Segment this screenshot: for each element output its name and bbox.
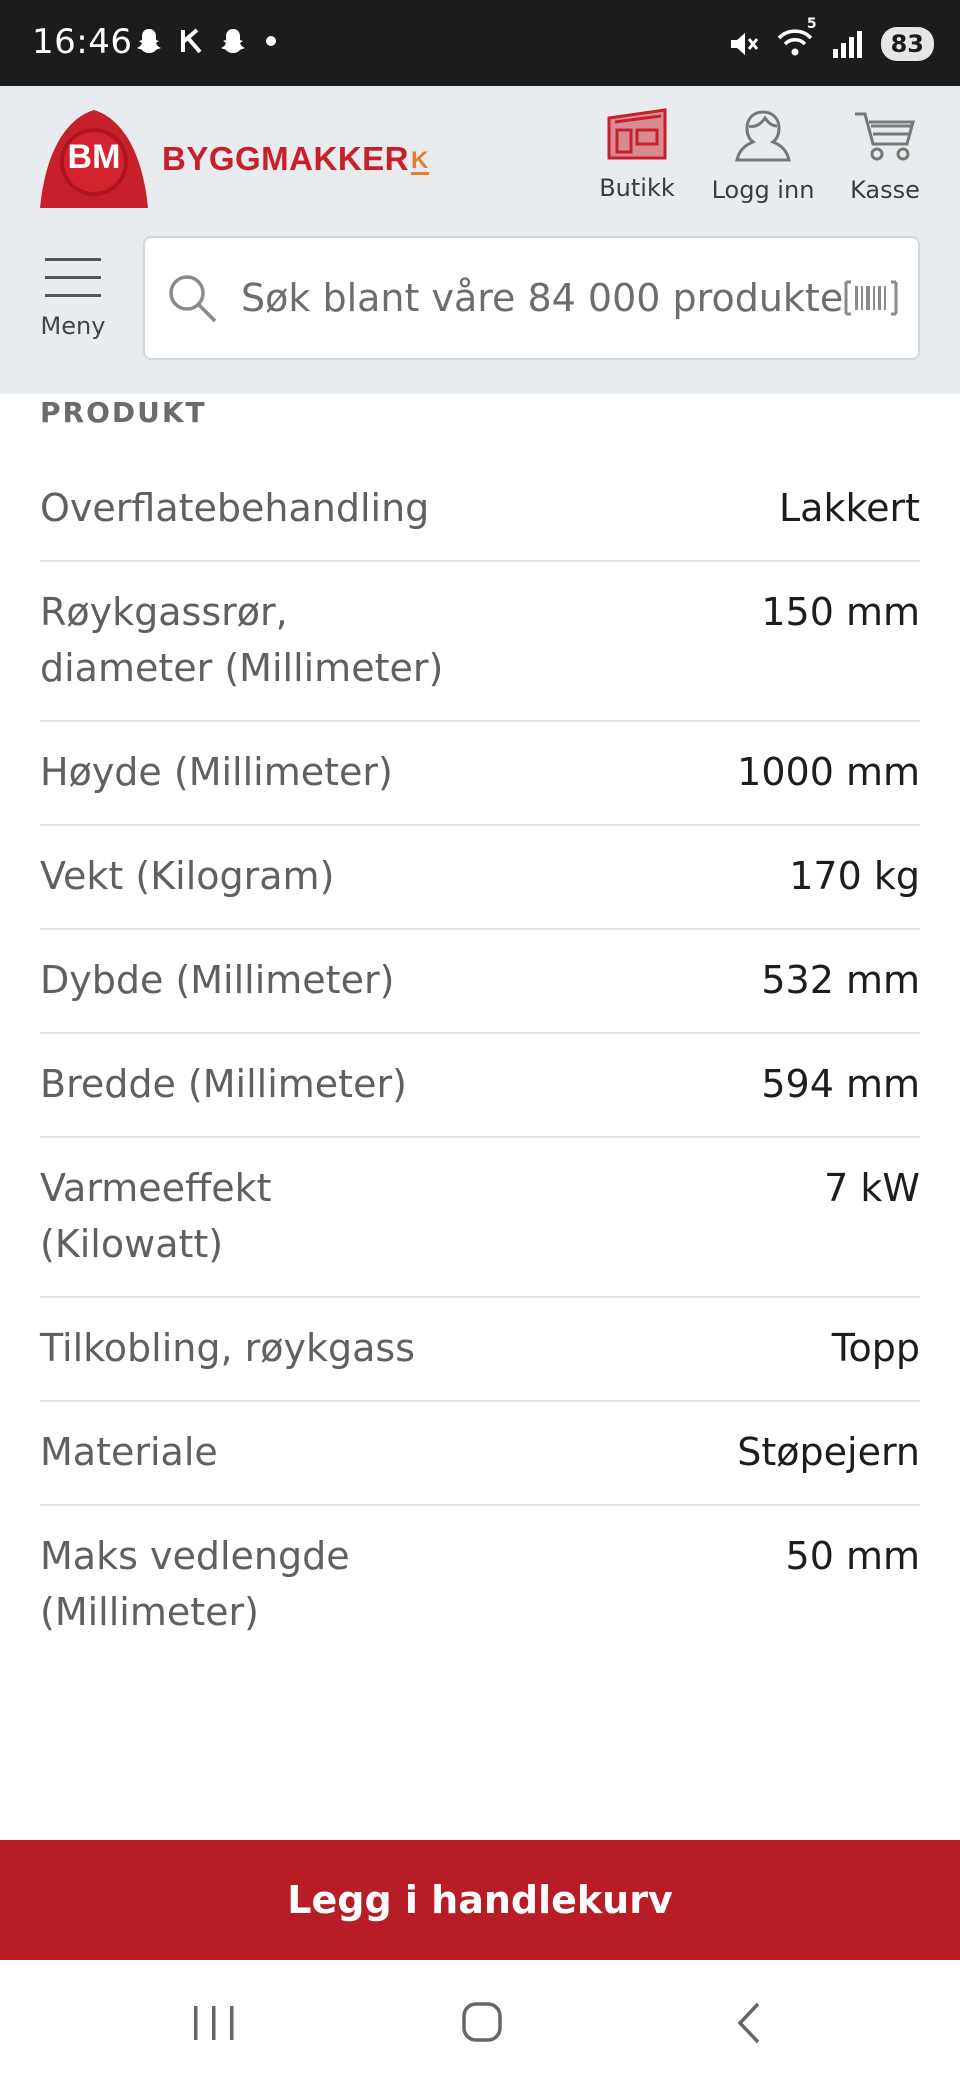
spec-row: Overflatebehandling Lakkert bbox=[40, 458, 920, 562]
mute-icon bbox=[730, 33, 758, 55]
cart-icon bbox=[855, 112, 915, 161]
system-icons: 5 83 bbox=[727, 16, 934, 62]
spec-value: 150 mm bbox=[761, 590, 920, 634]
status-time: 16:46 bbox=[32, 22, 133, 62]
k-icon bbox=[181, 28, 202, 54]
spec-row: Tilkobling, røykgass Topp bbox=[40, 1298, 920, 1402]
site-header: BM BYGGMAKKERK Butikk Logg inn Kasse Men… bbox=[0, 86, 960, 394]
brand-text: BYGGMAKKER bbox=[162, 140, 410, 177]
user-icon bbox=[735, 110, 791, 162]
spec-row: Materiale Støpejern bbox=[40, 1402, 920, 1506]
byggmakker-logo[interactable]: BM BYGGMAKKERK bbox=[38, 108, 429, 210]
store-button[interactable]: Butikk bbox=[582, 108, 692, 202]
add-to-cart-button[interactable]: Legg i handlekurv bbox=[0, 1840, 960, 1960]
wifi-badge: 5 bbox=[806, 16, 817, 32]
back-icon[interactable] bbox=[720, 1998, 780, 2048]
spec-value: 50 mm bbox=[785, 1534, 920, 1578]
signal-icon bbox=[832, 31, 862, 58]
logo-mark-text: BM bbox=[67, 138, 121, 176]
spec-value: Lakkert bbox=[778, 486, 920, 530]
search-input[interactable]: Søk blant våre 84 000 produkter bbox=[143, 236, 920, 360]
spec-key: Røykgassrør, diameter (Millimeter) bbox=[40, 590, 444, 690]
spec-value: 532 mm bbox=[761, 958, 920, 1002]
spec-value: 170 kg bbox=[789, 854, 920, 898]
spec-row: Maks vedlengde (Millimeter) 50 mm bbox=[40, 1506, 920, 1664]
spec-key: Overflatebehandling bbox=[40, 486, 430, 530]
spec-value: Topp bbox=[831, 1326, 920, 1370]
spec-list: Overflatebehandling Lakkert Røykgassrør,… bbox=[40, 458, 920, 1664]
spec-value: Støpejern bbox=[737, 1430, 920, 1474]
search-icon bbox=[169, 275, 217, 323]
spec-key: Bredde (Millimeter) bbox=[40, 1062, 407, 1106]
store-label: Butikk bbox=[599, 174, 675, 202]
checkout-label: Kasse bbox=[850, 176, 920, 204]
dot-icon bbox=[266, 36, 276, 46]
system-nav-bar bbox=[0, 1960, 960, 2080]
search-placeholder: Søk blant våre 84 000 produkter bbox=[241, 276, 844, 320]
spec-key: Materiale bbox=[40, 1430, 218, 1474]
spec-key: Vekt (Kilogram) bbox=[40, 854, 335, 898]
menu-label: Meny bbox=[40, 312, 106, 340]
spec-value: 1000 mm bbox=[737, 750, 920, 794]
checkout-button[interactable]: Kasse bbox=[830, 108, 940, 204]
hamburger-icon bbox=[45, 258, 101, 297]
snapchat-icon bbox=[221, 29, 245, 53]
spec-key: Varmeeffekt (Kilowatt) bbox=[40, 1166, 272, 1266]
home-icon[interactable] bbox=[452, 1998, 512, 2048]
store-icon bbox=[607, 108, 667, 160]
snapchat-icon bbox=[137, 29, 161, 53]
spec-row: Røykgassrør, diameter (Millimeter) 150 m… bbox=[40, 562, 920, 722]
login-label: Logg inn bbox=[711, 176, 815, 204]
spec-key: Høyde (Millimeter) bbox=[40, 750, 393, 794]
spec-row: Høyde (Millimeter) 1000 mm bbox=[40, 722, 920, 826]
section-title: PRODUKT bbox=[40, 396, 207, 429]
notification-icons bbox=[134, 26, 278, 56]
spec-value: 594 mm bbox=[761, 1062, 920, 1106]
spec-key: Dybde (Millimeter) bbox=[40, 958, 395, 1002]
login-button[interactable]: Logg inn bbox=[708, 108, 818, 204]
brand-suffix: K bbox=[411, 147, 429, 175]
battery-indicator: 83 bbox=[880, 27, 934, 61]
menu-button[interactable]: Meny bbox=[38, 256, 108, 340]
spec-row: Vekt (Kilogram) 170 kg bbox=[40, 826, 920, 930]
spec-row: Bredde (Millimeter) 594 mm bbox=[40, 1034, 920, 1138]
spec-value: 7 kW bbox=[824, 1166, 920, 1210]
spec-key: Tilkobling, røykgass bbox=[40, 1326, 416, 1370]
brand-name: BYGGMAKKERK bbox=[162, 140, 429, 178]
status-bar: 16:46 5 83 bbox=[0, 0, 960, 86]
recent-apps-icon[interactable] bbox=[184, 1998, 244, 2048]
spec-row: Varmeeffekt (Kilowatt) 7 kW bbox=[40, 1138, 920, 1298]
spec-key: Maks vedlengde (Millimeter) bbox=[40, 1534, 350, 1634]
barcode-scanner-icon[interactable] bbox=[844, 280, 898, 316]
spec-row: Dybde (Millimeter) 532 mm bbox=[40, 930, 920, 1034]
